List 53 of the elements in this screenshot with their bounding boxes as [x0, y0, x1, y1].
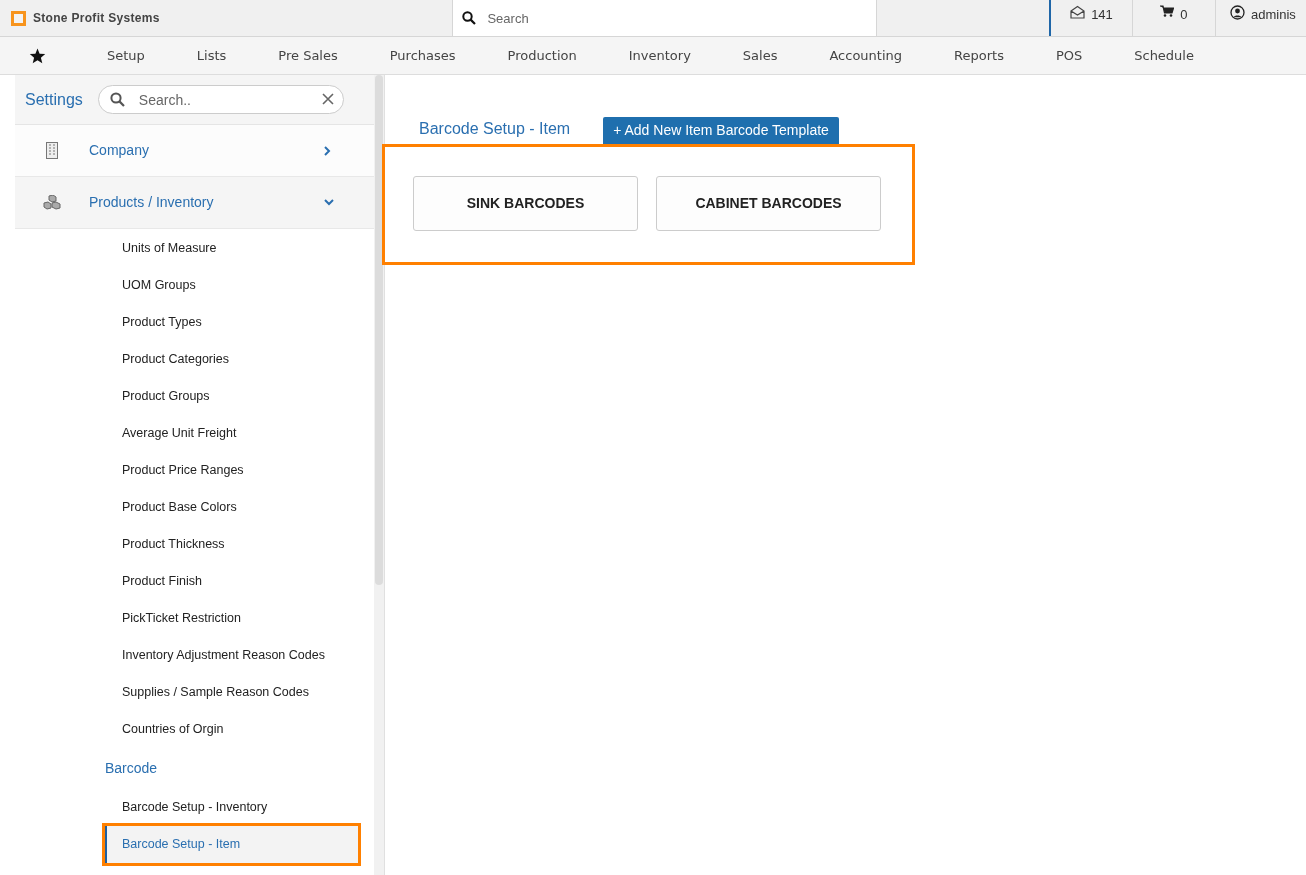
menu-item[interactable]: Lists: [196, 45, 227, 66]
sidebar-link[interactable]: Barcode Setup - Inventory: [15, 789, 374, 826]
clear-icon[interactable]: [321, 93, 334, 105]
search-icon: [462, 11, 477, 25]
sidebar-link[interactable]: UOM Groups: [15, 267, 374, 304]
sidebar-link[interactable]: Average Unit Freight: [15, 415, 374, 452]
scrollbar-thumb[interactable]: [375, 75, 383, 585]
sidebar-link[interactable]: Product Finish: [15, 563, 374, 600]
sidebar-link[interactable]: Product Thickness: [15, 526, 374, 563]
star-icon[interactable]: [29, 47, 46, 64]
sidebar-link[interactable]: Product Types: [15, 304, 374, 341]
menu-item[interactable]: Production: [507, 45, 577, 66]
mail-link[interactable]: 141: [1051, 0, 1133, 36]
sidebar-search-field[interactable]: Search..: [97, 85, 344, 114]
menu-item[interactable]: Setup: [107, 45, 145, 66]
cart-icon: [1160, 5, 1175, 17]
template-button[interactable]: CABINET BARCODES: [656, 176, 881, 231]
menu-item[interactable]: Purchases: [389, 45, 456, 66]
brand-name: Stone Profit Systems: [33, 10, 160, 27]
sidebar-link[interactable]: Product Price Ranges: [15, 452, 374, 489]
menu-item[interactable]: POS: [1055, 45, 1083, 66]
menu-item[interactable]: Accounting: [829, 45, 903, 66]
search-icon: [109, 92, 125, 107]
page-title: Barcode Setup - Item: [419, 119, 571, 139]
logo-icon: [11, 10, 26, 26]
sidebar-link[interactable]: PickTicket Restriction: [15, 600, 374, 637]
menu-item[interactable]: Reports: [954, 45, 1004, 66]
search-field[interactable]: Search: [453, 0, 876, 36]
add-template-button[interactable]: + Add New Item Barcode Template: [603, 117, 839, 144]
cart-link[interactable]: 0: [1133, 0, 1216, 36]
user-icon: [1230, 5, 1245, 20]
menu-item[interactable]: Sales: [742, 45, 778, 66]
envelope-icon: [1070, 5, 1086, 19]
sidebar-link[interactable]: Product Groups: [15, 378, 374, 415]
sidebar-group-label[interactable]: Barcode: [15, 748, 374, 789]
sidebar-title: Settings: [25, 89, 83, 110]
menu-item[interactable]: Inventory: [628, 45, 691, 66]
sidebar-link[interactable]: Inventory Adjustment Reason Codes: [15, 637, 374, 674]
user-link[interactable]: adminis: [1216, 0, 1306, 36]
menu-item[interactable]: Schedule: [1134, 45, 1194, 66]
chevron-right-icon: [324, 145, 331, 156]
sidebar-section[interactable]: Products / Inventory: [15, 177, 374, 229]
template-button[interactable]: SINK BARCODES: [413, 176, 638, 231]
sidebar-link[interactable]: Product Base Colors: [15, 489, 374, 526]
sidebar-link[interactable]: Supplies / Sample Reason Codes: [15, 674, 374, 711]
sidebar-link[interactable]: Countries of Orgin: [15, 711, 374, 748]
menu-item[interactable]: Pre Sales: [278, 45, 338, 66]
sidebar-link[interactable]: Units of Measure: [15, 230, 374, 267]
chevron-down-icon: [324, 199, 334, 206]
sidebar-link[interactable]: Barcode Setup - Item: [105, 826, 358, 863]
boxes-icon: [42, 194, 62, 211]
building-icon: [46, 142, 58, 159]
sidebar-link[interactable]: Product Categories: [15, 341, 374, 378]
